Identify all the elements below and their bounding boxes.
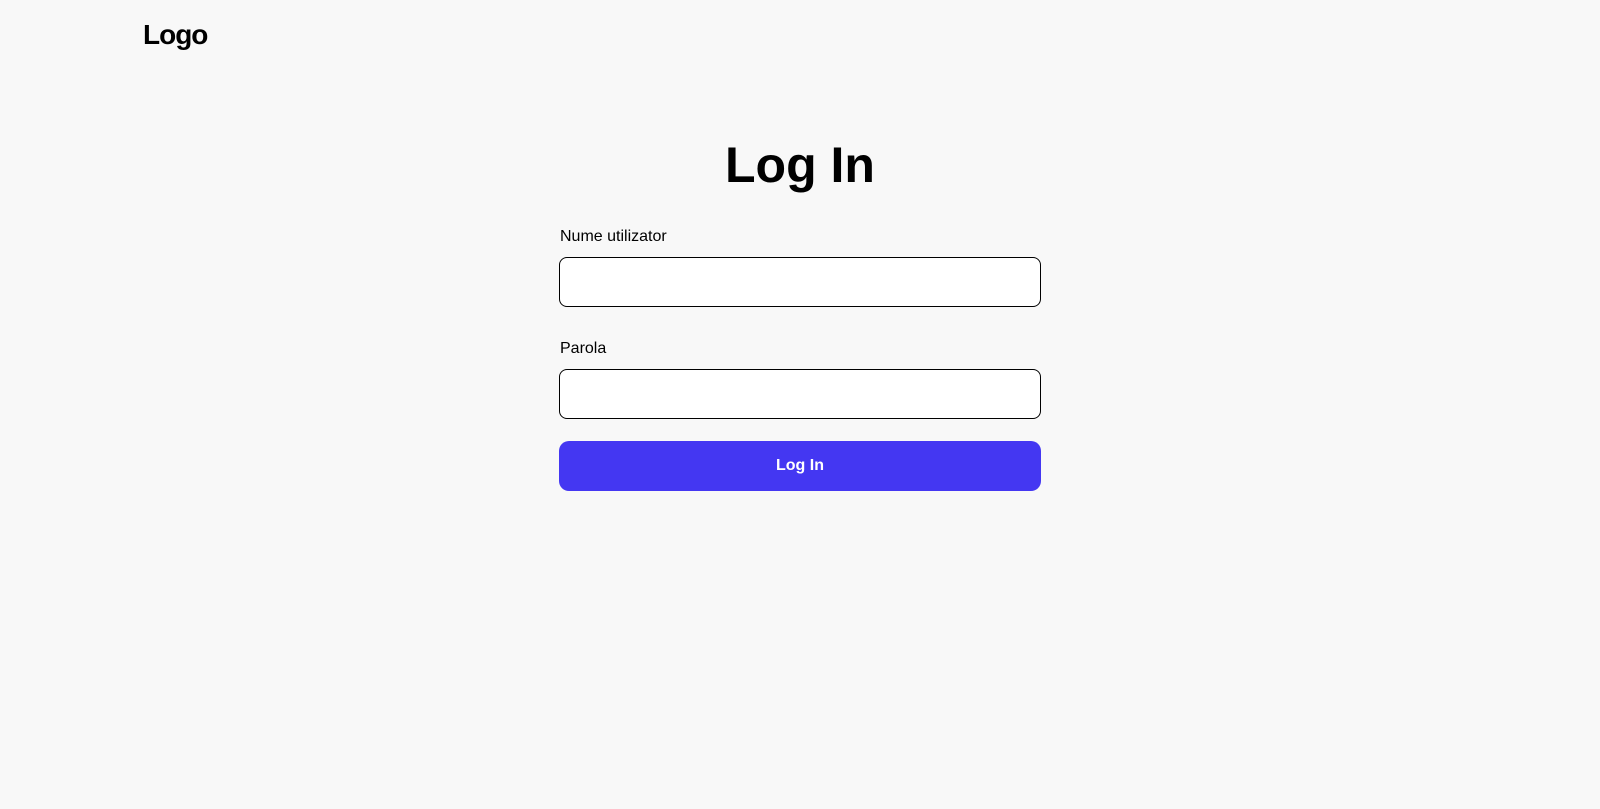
login-button[interactable]: Log In — [559, 441, 1041, 491]
login-form: Log In Nume utilizator Parola Log In — [559, 130, 1041, 491]
page-title: Log In — [725, 137, 875, 193]
username-label: Nume utilizator — [560, 228, 667, 245]
username-input[interactable] — [559, 257, 1041, 307]
logo[interactable]: Logo — [143, 18, 208, 52]
password-label: Parola — [560, 340, 607, 357]
password-input[interactable] — [559, 369, 1041, 419]
login-page: Logo Log In Nume utilizator Parola Log I… — [0, 0, 1600, 809]
